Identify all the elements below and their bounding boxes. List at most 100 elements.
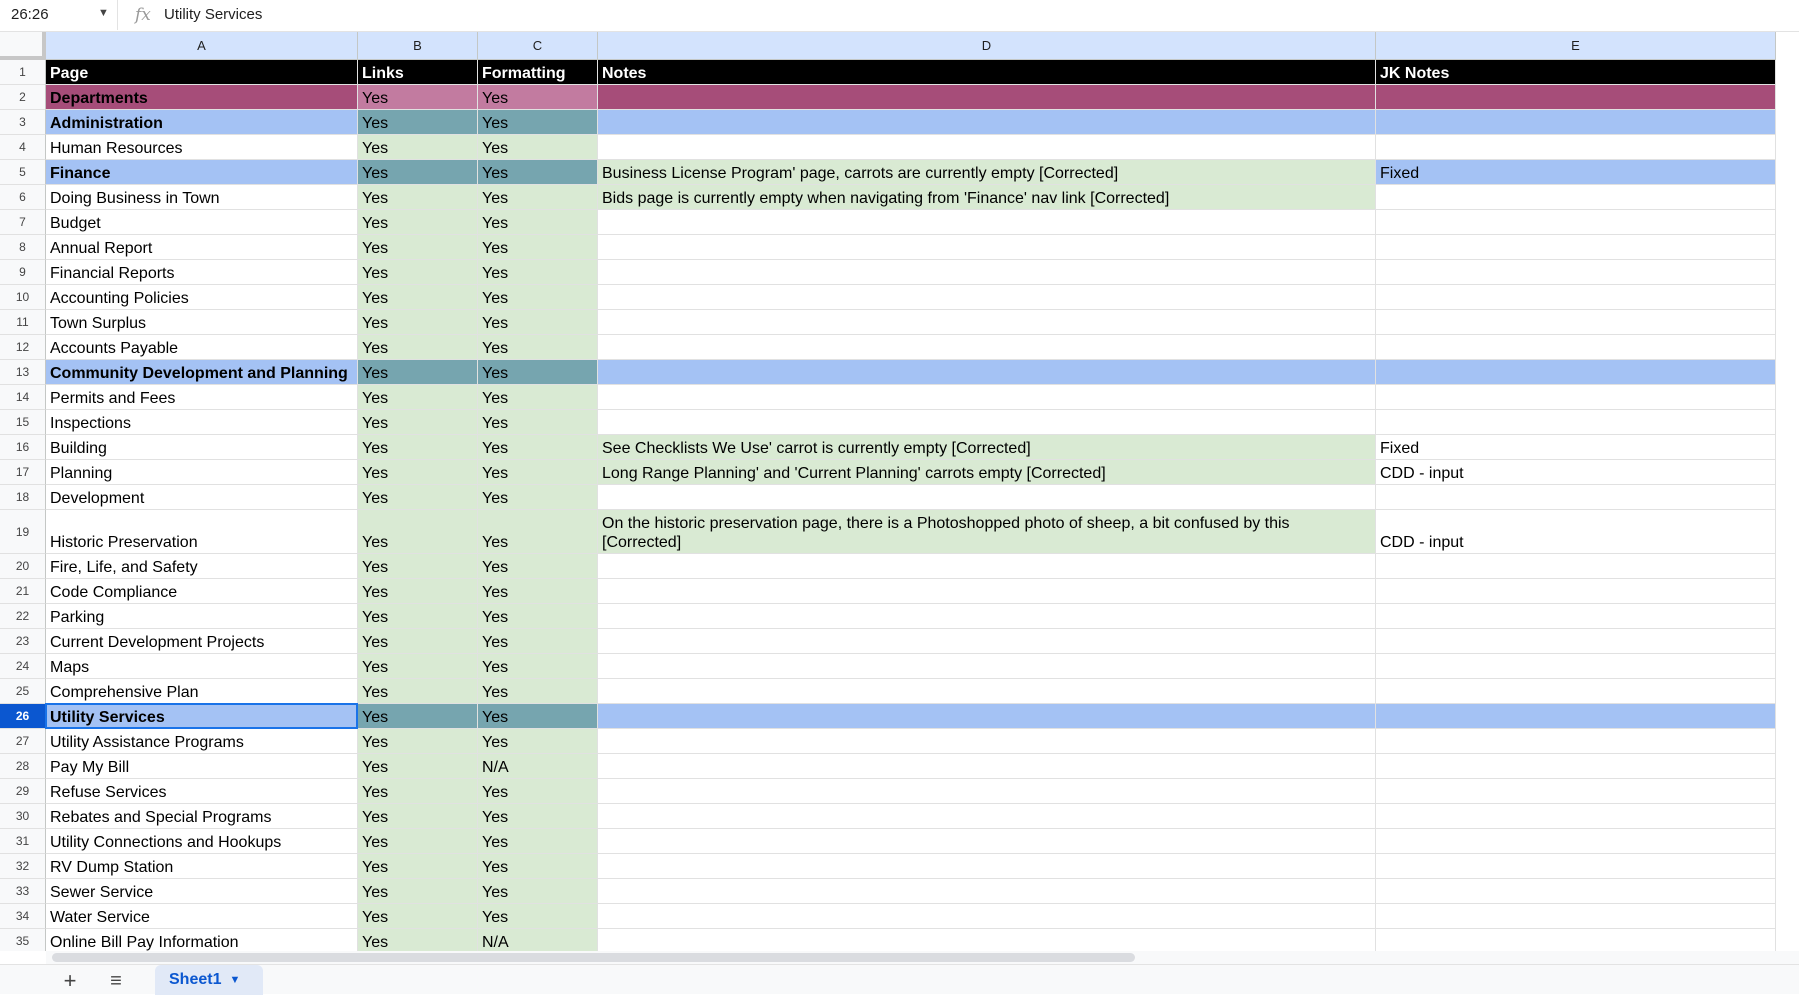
cell-d30[interactable]	[598, 804, 1376, 829]
cell-c7[interactable]: Yes	[478, 210, 598, 235]
cell-c28[interactable]: N/A	[478, 754, 598, 779]
cell-c25[interactable]: Yes	[478, 679, 598, 704]
row-header[interactable]: 20	[0, 554, 46, 579]
cell-c5[interactable]: Yes	[478, 160, 598, 185]
column-header-e[interactable]: E	[1376, 32, 1776, 60]
cell-c14[interactable]: Yes	[478, 385, 598, 410]
cell-e20[interactable]	[1376, 554, 1776, 579]
cell-d34[interactable]	[598, 904, 1376, 929]
row-header[interactable]: 17	[0, 460, 46, 485]
cell-e26[interactable]	[1376, 704, 1776, 729]
horizontal-scrollbar-thumb[interactable]	[52, 953, 1135, 962]
cell-d10[interactable]	[598, 285, 1376, 310]
cell-c2[interactable]: Yes	[478, 85, 598, 110]
cell-e15[interactable]	[1376, 410, 1776, 435]
cell-c24[interactable]: Yes	[478, 654, 598, 679]
cell-c26[interactable]: Yes	[478, 704, 598, 729]
cell-b33[interactable]: Yes	[358, 879, 478, 904]
cell-b27[interactable]: Yes	[358, 729, 478, 754]
row-header[interactable]: 33	[0, 879, 46, 904]
select-all-corner[interactable]	[0, 32, 46, 60]
cell-b26[interactable]: Yes	[358, 704, 478, 729]
cell-c32[interactable]: Yes	[478, 854, 598, 879]
row-header[interactable]: 2	[0, 85, 46, 110]
row-header[interactable]: 11	[0, 310, 46, 335]
cell-a31[interactable]: Utility Connections and Hookups	[46, 829, 358, 854]
cell-d2[interactable]	[598, 85, 1376, 110]
cell-b35[interactable]: Yes	[358, 929, 478, 951]
cell-e8[interactable]	[1376, 235, 1776, 260]
cell-d6[interactable]: Bids page is currently empty when naviga…	[598, 185, 1376, 210]
cell-d16[interactable]: See Checklists We Use' carrot is current…	[598, 435, 1376, 460]
row-header[interactable]: 29	[0, 779, 46, 804]
cell-d9[interactable]	[598, 260, 1376, 285]
cell-e34[interactable]	[1376, 904, 1776, 929]
cell-c27[interactable]: Yes	[478, 729, 598, 754]
cell-b28[interactable]: Yes	[358, 754, 478, 779]
chevron-down-icon[interactable]: ▼	[229, 974, 240, 986]
cell-a34[interactable]: Water Service	[46, 904, 358, 929]
cell-b4[interactable]: Yes	[358, 135, 478, 160]
cell-a28[interactable]: Pay My Bill	[46, 754, 358, 779]
cell-b19[interactable]: Yes	[358, 510, 478, 554]
cell-d35[interactable]	[598, 929, 1376, 951]
column-header-b[interactable]: B	[358, 32, 478, 60]
row-header[interactable]: 25	[0, 679, 46, 704]
cell-a20[interactable]: Fire, Life, and Safety	[46, 554, 358, 579]
cell-d25[interactable]	[598, 679, 1376, 704]
row-header[interactable]: 18	[0, 485, 46, 510]
row-header[interactable]: 32	[0, 854, 46, 879]
cell-d13[interactable]	[598, 360, 1376, 385]
row-header[interactable]: 23	[0, 629, 46, 654]
cell-c30[interactable]: Yes	[478, 804, 598, 829]
cell-d15[interactable]	[598, 410, 1376, 435]
cell-d14[interactable]	[598, 385, 1376, 410]
cell-d11[interactable]	[598, 310, 1376, 335]
cell-e23[interactable]	[1376, 629, 1776, 654]
cell-a19[interactable]: Historic Preservation	[46, 510, 358, 554]
cell-b1[interactable]: Links	[358, 60, 478, 85]
cell-b8[interactable]: Yes	[358, 235, 478, 260]
cell-b29[interactable]: Yes	[358, 779, 478, 804]
cell-b5[interactable]: Yes	[358, 160, 478, 185]
cell-b22[interactable]: Yes	[358, 604, 478, 629]
cell-e1[interactable]: JK Notes	[1376, 60, 1776, 85]
cell-a2[interactable]: Departments	[46, 85, 358, 110]
cell-b24[interactable]: Yes	[358, 654, 478, 679]
row-header[interactable]: 27	[0, 729, 46, 754]
cell-a1[interactable]: Page	[46, 60, 358, 85]
cell-b17[interactable]: Yes	[358, 460, 478, 485]
cell-a33[interactable]: Sewer Service	[46, 879, 358, 904]
cell-d28[interactable]	[598, 754, 1376, 779]
cell-a7[interactable]: Budget	[46, 210, 358, 235]
cell-b32[interactable]: Yes	[358, 854, 478, 879]
cell-e4[interactable]	[1376, 135, 1776, 160]
row-header[interactable]: 30	[0, 804, 46, 829]
cell-a9[interactable]: Financial Reports	[46, 260, 358, 285]
row-header[interactable]: 4	[0, 135, 46, 160]
row-header[interactable]: 15	[0, 410, 46, 435]
cell-e6[interactable]	[1376, 185, 1776, 210]
cell-e27[interactable]	[1376, 729, 1776, 754]
column-header-a[interactable]: A	[46, 32, 358, 60]
cell-a35[interactable]: Online Bill Pay Information	[46, 929, 358, 951]
cell-a25[interactable]: Comprehensive Plan	[46, 679, 358, 704]
cell-b31[interactable]: Yes	[358, 829, 478, 854]
row-header[interactable]: 35	[0, 929, 46, 951]
cell-e11[interactable]	[1376, 310, 1776, 335]
cell-b2[interactable]: Yes	[358, 85, 478, 110]
cell-b16[interactable]: Yes	[358, 435, 478, 460]
cell-a22[interactable]: Parking	[46, 604, 358, 629]
cell-a13[interactable]: Community Development and Planning	[46, 360, 358, 385]
cell-a30[interactable]: Rebates and Special Programs	[46, 804, 358, 829]
cell-d21[interactable]	[598, 579, 1376, 604]
cell-b11[interactable]: Yes	[358, 310, 478, 335]
row-header[interactable]: 13	[0, 360, 46, 385]
cell-c12[interactable]: Yes	[478, 335, 598, 360]
cell-d26[interactable]	[598, 704, 1376, 729]
cell-a23[interactable]: Current Development Projects	[46, 629, 358, 654]
cell-b3[interactable]: Yes	[358, 110, 478, 135]
hamburger-icon[interactable]: ≡	[104, 969, 128, 993]
cell-e24[interactable]	[1376, 654, 1776, 679]
cell-c33[interactable]: Yes	[478, 879, 598, 904]
